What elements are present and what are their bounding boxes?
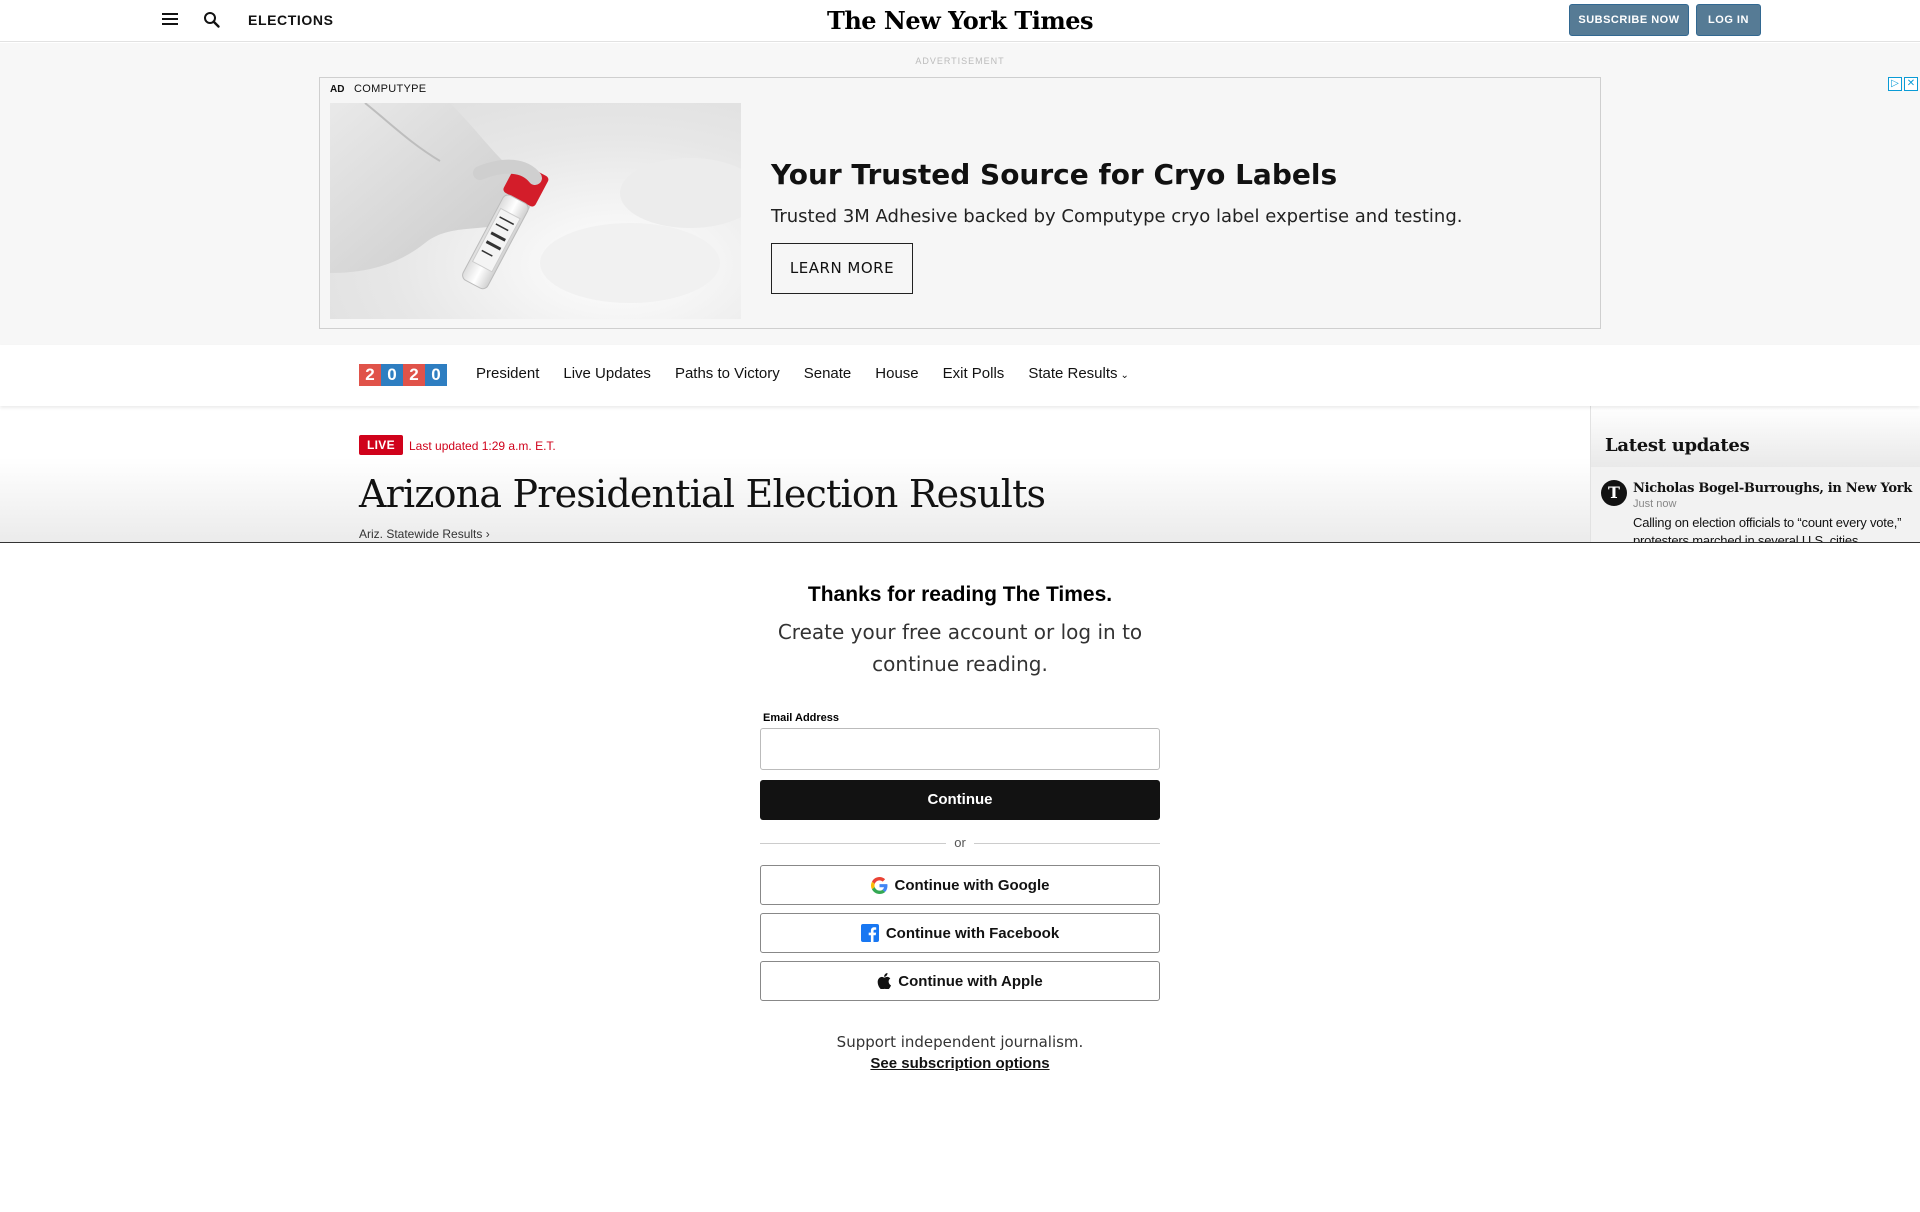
google-button-label: Continue with Google xyxy=(894,876,1050,894)
ad-choices[interactable]: ▷ ✕ xyxy=(1888,77,1918,91)
logo-digit: 2 xyxy=(403,364,425,386)
divider-line xyxy=(974,843,1160,844)
advertisement-tag: ADVERTISEMENT xyxy=(915,56,1005,66)
section-link[interactable]: ELECTIONS xyxy=(248,12,334,28)
continue-with-facebook-button[interactable]: Continue with Facebook xyxy=(760,913,1160,953)
ad-info-icon[interactable]: ▷ xyxy=(1888,77,1902,91)
ad-close-icon[interactable]: ✕ xyxy=(1904,77,1918,91)
ad-label: AD xyxy=(330,84,345,95)
logo-digit: 0 xyxy=(425,364,447,386)
nav-link-house[interactable]: House xyxy=(875,365,918,382)
subscribe-button[interactable]: SUBSCRIBE NOW xyxy=(1569,4,1689,36)
facebook-icon xyxy=(860,924,879,942)
support-text: Support independent journalism. xyxy=(836,1033,1084,1051)
last-updated-timestamp: Last updated 1:29 a.m. E.T. xyxy=(409,439,556,453)
apple-button-label: Continue with Apple xyxy=(898,972,1043,990)
registration-wall: Thanks for reading The Times. Create you… xyxy=(0,542,1920,1212)
continue-with-google-button[interactable]: Continue with Google xyxy=(760,865,1160,905)
nav-link-exit-polls[interactable]: Exit Polls xyxy=(943,365,1005,382)
nav-link-paths-to-victory[interactable]: Paths to Victory xyxy=(675,365,780,382)
continue-button[interactable]: Continue xyxy=(760,780,1160,820)
login-button[interactable]: LOG IN xyxy=(1696,4,1761,36)
ad-headline[interactable]: Your Trusted Source for Cryo Labels xyxy=(771,158,1337,191)
nav-link-president[interactable]: President xyxy=(476,365,539,382)
latest-updates-sidebar: Latest updates T Nicholas Bogel-Burrough… xyxy=(1590,406,1920,542)
page-title: Arizona Presidential Election Results xyxy=(359,472,1046,516)
regwall-title: Thanks for reading The Times. xyxy=(807,583,1113,606)
or-divider: or xyxy=(760,835,1160,851)
nyt-logo[interactable]: The New York Times xyxy=(827,6,1094,35)
nav-link-live-updates[interactable]: Live Updates xyxy=(563,365,651,382)
update-text[interactable]: Calling on election officials to “count … xyxy=(1633,514,1911,542)
chevron-down-icon: ⌄ xyxy=(1120,370,1129,381)
latest-updates-heading: Latest updates xyxy=(1591,406,1920,467)
nav-link-state-results[interactable]: State Results ⌄ xyxy=(1028,365,1129,382)
ad-image-cryo-vial[interactable] xyxy=(330,103,741,319)
update-author[interactable]: Nicholas Bogel-Burroughs, in New York xyxy=(1633,481,1912,496)
breadcrumb[interactable]: Ariz. Statewide Results › xyxy=(359,527,490,541)
site-header: ELECTIONS The New York Times SUBSCRIBE N… xyxy=(0,0,1920,42)
apple-icon xyxy=(877,973,892,989)
ad-banner[interactable]: AD COMPUTYPE Your Trusted Source for Cry… xyxy=(319,77,1601,329)
email-label: Email Address xyxy=(763,712,840,724)
google-icon xyxy=(870,876,888,894)
ad-zone: ADVERTISEMENT ▷ ✕ AD COMPUTYPE Your Trus… xyxy=(0,43,1920,345)
ad-description: Trusted 3M Adhesive backed by Computype … xyxy=(771,206,1463,227)
email-field[interactable] xyxy=(760,728,1160,770)
nav-link-state-results-label: State Results xyxy=(1028,365,1118,382)
facebook-button-label: Continue with Facebook xyxy=(885,924,1060,942)
ad-brand: COMPUTYPE xyxy=(354,83,427,95)
regwall-subtitle: Create your free account or log in to co… xyxy=(777,620,1143,676)
learn-more-button[interactable]: LEARN MORE xyxy=(771,243,913,294)
menu-icon[interactable] xyxy=(162,12,178,26)
continue-with-apple-button[interactable]: Continue with Apple xyxy=(760,961,1160,1001)
election-2020-logo[interactable]: 2 0 2 0 xyxy=(359,364,447,386)
logo-digit: 2 xyxy=(359,364,381,386)
subscription-options-link[interactable]: See subscription options xyxy=(870,1055,1049,1072)
update-time: Just now xyxy=(1633,498,1677,510)
nyt-t-logo-icon: T xyxy=(1601,480,1627,506)
election-nav-links: President Live Updates Paths to Victory … xyxy=(476,365,1153,382)
live-badge: LIVE xyxy=(359,435,403,455)
nav-link-senate[interactable]: Senate xyxy=(804,365,852,382)
logo-digit: 0 xyxy=(381,364,403,386)
election-nav: 2 0 2 0 President Live Updates Paths to … xyxy=(0,345,1920,406)
search-icon[interactable] xyxy=(203,11,221,29)
